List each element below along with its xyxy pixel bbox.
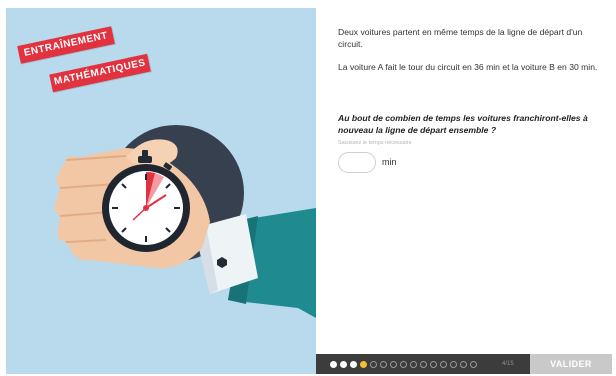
progress-dot (390, 360, 397, 368)
progress-dot (470, 360, 477, 368)
progress-dot (430, 360, 437, 368)
validate-button[interactable]: VALIDER (530, 354, 612, 374)
footer-bar: 4/15 VALIDER (316, 354, 612, 374)
progress-dot (400, 360, 407, 368)
progress-dot (460, 360, 467, 368)
answer-input[interactable] (338, 151, 376, 173)
answer-unit: min (382, 157, 397, 167)
illustration-panel: ENTRAÎNEMENT MATHÉMATIQUES (6, 8, 316, 374)
progress-dots (330, 354, 477, 374)
step-counter: 4/15 (502, 361, 514, 367)
progress-dot (350, 360, 357, 368)
progress-dot (410, 360, 417, 368)
question-panel: Deux voitures partent en même temps de l… (316, 8, 612, 354)
question-facts: La voiture A fait le tour du circuit en … (338, 62, 598, 72)
progress-dot (340, 360, 347, 368)
progress-dot (440, 360, 447, 368)
answer-hint: Saisissez le temps nécessaire (338, 140, 412, 146)
question-prompt: Au bout de combien de temps les voitures… (338, 113, 588, 135)
progress-dot (370, 360, 377, 368)
exercise-frame: ENTRAÎNEMENT MATHÉMATIQUES Deux voitures… (0, 0, 616, 376)
progress-dot (380, 360, 387, 368)
progress-dot (360, 360, 367, 368)
progress-dot (420, 360, 427, 368)
progress-dot (450, 360, 457, 368)
banner-line-2: MATHÉMATIQUES (49, 53, 151, 93)
answer-row: min (338, 151, 397, 173)
banner-line-1: ENTRAÎNEMENT (17, 26, 115, 64)
training-banner: ENTRAÎNEMENT MATHÉMATIQUES (16, 26, 156, 96)
question-intro: Deux voitures partent en même temps de l… (338, 27, 583, 49)
progress-dot (330, 360, 337, 368)
